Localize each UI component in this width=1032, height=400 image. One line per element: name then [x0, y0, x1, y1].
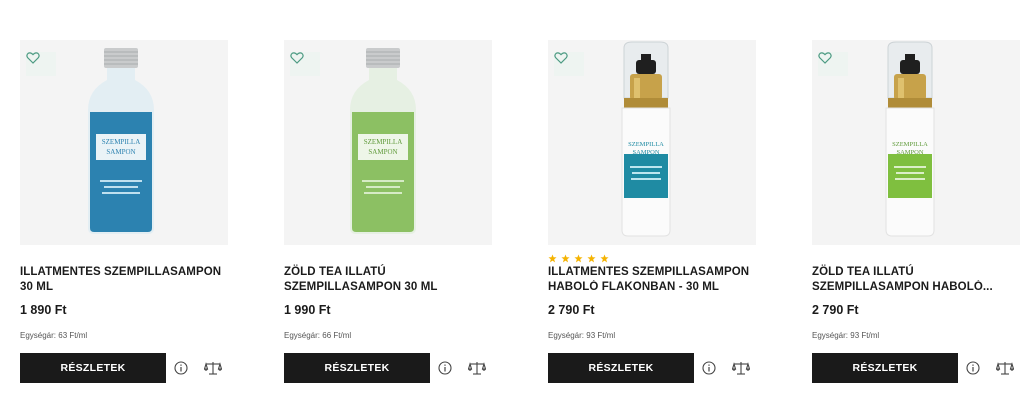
product-title-line1: ILLATMENTES SZEMPILLASAMPON: [548, 266, 750, 278]
info-icon[interactable]: [702, 361, 716, 375]
label-line2: SAMPON: [632, 149, 659, 156]
star-icon: [574, 254, 583, 263]
label-line1: SZEMPILLA: [102, 138, 141, 146]
product-title[interactable]: ILLATMENTES SZEMPILLASAMPON 30 ML: [20, 265, 256, 294]
label-line1: SZEMPILLA: [364, 138, 403, 146]
compare-icon[interactable]: [204, 360, 222, 376]
heart-icon: [26, 52, 40, 64]
product-card[interactable]: SZEMPILLA SAMPON ZÖLD TEA ILLATÚ SZEMPILL…: [284, 0, 524, 400]
product-title-line1: ILLATMENTES SZEMPILLASAMPON: [20, 266, 222, 278]
wishlist-button[interactable]: [818, 52, 848, 76]
details-button[interactable]: RÉSZLETEK: [20, 353, 166, 383]
product-card[interactable]: SZEMPILLA SAMPON ILLATMENTES SZEMPILLASA…: [20, 0, 260, 400]
product-image[interactable]: SZEMPILLA SAMPON: [284, 40, 492, 245]
product-price: 2 790 Ft: [548, 303, 595, 317]
product-title-line2: SZEMPILLASAMPON 30 ML: [284, 280, 438, 293]
star-icon: [587, 254, 596, 263]
compare-icon[interactable]: [732, 360, 750, 376]
product-price: 2 790 Ft: [812, 303, 859, 317]
wishlist-button[interactable]: [554, 52, 584, 76]
heart-icon: [290, 52, 304, 64]
wishlist-button[interactable]: [26, 52, 56, 76]
product-title[interactable]: ZÖLD TEA ILLATÚ SZEMPILLASAMPON 30 ML: [284, 265, 520, 294]
details-button[interactable]: RÉSZLETEK: [548, 353, 694, 383]
product-title[interactable]: ILLATMENTES SZEMPILLASAMPON HABOLÓ FLAKON…: [548, 265, 784, 294]
product-title-line2: 30 ML: [20, 280, 54, 293]
unit-price: Egységár: 93 Ft/ml: [548, 331, 616, 340]
details-button[interactable]: RÉSZLETEK: [812, 353, 958, 383]
product-image[interactable]: SZEMPILLA SAMPON: [548, 40, 756, 245]
product-image[interactable]: SZEMPILLA SAMPON: [20, 40, 228, 245]
product-title-line2: SZEMPILLASAMPON HABOLÓ...: [812, 280, 993, 293]
star-icon: [548, 254, 557, 263]
wishlist-button[interactable]: [290, 52, 320, 76]
heart-icon: [818, 52, 832, 64]
unit-price: Egységár: 63 Ft/ml: [20, 331, 88, 340]
compare-icon[interactable]: [468, 360, 486, 376]
product-image[interactable]: SZEMPILLA SAMPON: [812, 40, 1020, 245]
product-title[interactable]: ZÖLD TEA ILLATÚ SZEMPILLASAMPON HABOLÓ...: [812, 265, 1032, 294]
label-line1: SZEMPILLA: [892, 141, 928, 148]
product-title-line1: ZÖLD TEA ILLATÚ: [812, 266, 914, 278]
details-button[interactable]: RÉSZLETEK: [284, 353, 430, 383]
star-icon: [600, 254, 609, 263]
label-line2: SAMPON: [896, 149, 923, 156]
info-icon[interactable]: [174, 361, 188, 375]
unit-price: Egységár: 66 Ft/ml: [284, 331, 352, 340]
info-icon[interactable]: [966, 361, 980, 375]
heart-icon: [554, 52, 568, 64]
star-icon: [561, 254, 570, 263]
product-title-line1: ZÖLD TEA ILLATÚ: [284, 266, 386, 278]
product-price: 1 890 Ft: [20, 303, 67, 317]
compare-icon[interactable]: [996, 360, 1014, 376]
label-line2: SAMPON: [106, 148, 135, 156]
label-line1: SZEMPILLA: [628, 141, 664, 148]
product-title-line2: HABOLÓ FLAKONBAN - 30 ML: [548, 280, 720, 293]
label-line2: SAMPON: [368, 148, 397, 156]
info-icon[interactable]: [438, 361, 452, 375]
unit-price: Egységár: 93 Ft/ml: [812, 331, 880, 340]
product-card[interactable]: SZEMPILLA SAMPON ZÖLD TEA ILLATÚ SZEMPILL…: [812, 0, 1032, 400]
product-card[interactable]: SZEMPILLA SAMPON ILLATMENTES SZEMPILLASA…: [548, 0, 788, 400]
product-price: 1 990 Ft: [284, 303, 331, 317]
rating-stars: [548, 254, 609, 264]
